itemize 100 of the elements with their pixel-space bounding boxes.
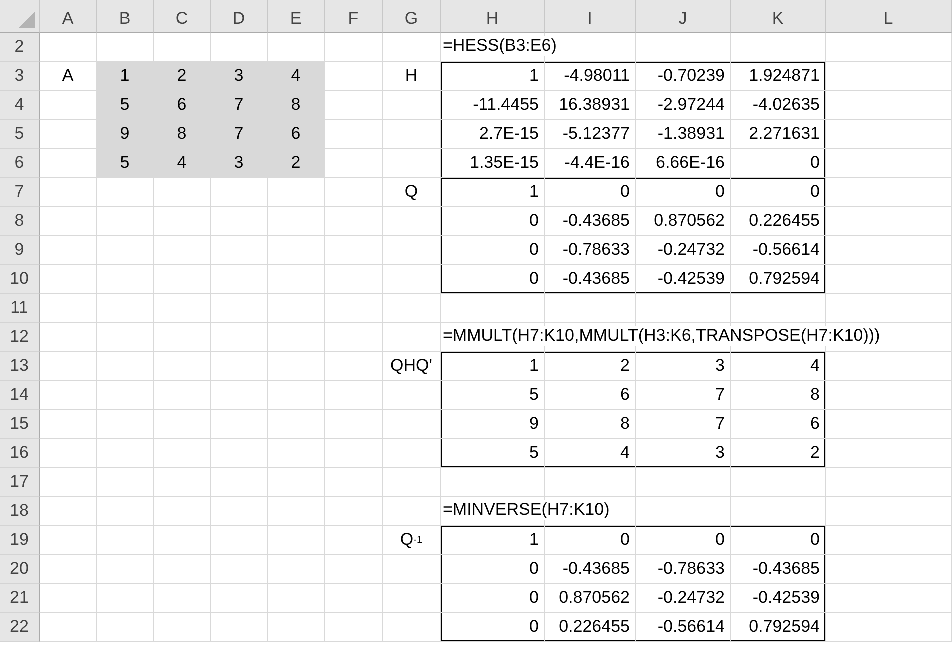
row-header[interactable]: 9 [0,236,40,265]
table-cell: 0 [731,149,826,178]
table-cell-text: 8 [620,413,631,435]
column-header[interactable]: J [636,0,731,33]
row-header[interactable]: 20 [0,555,40,584]
table-cell: 6 [731,410,826,439]
column-header[interactable]: L [826,0,952,33]
table-cell: 0 [441,265,545,294]
row-header[interactable]: 13 [0,352,40,381]
table-cell: -0.56614 [731,236,826,265]
table-cell: -0.42539 [636,265,731,294]
table-cell: 3 [636,439,731,468]
table-cell: 0 [731,178,826,207]
table-cell: 0.792594 [731,265,826,294]
row-header[interactable]: 5 [0,120,40,149]
table-cell-text: -0.24732 [656,239,726,261]
table-cell-text: A [61,65,75,87]
row-header[interactable]: 3 [0,62,40,91]
table-cell-text: QHQ' [390,355,434,377]
row-header[interactable]: 15 [0,410,40,439]
table-cell: 9 [441,410,545,439]
table-cell-text: -1.38931 [656,123,726,145]
table-cell: 7 [211,91,268,120]
row-header[interactable]: 14 [0,381,40,410]
column-header[interactable]: A [40,0,97,33]
table-cell: 0 [731,526,826,555]
table-cell: -0.43685 [731,555,826,584]
table-cell: 3 [211,149,268,178]
table-cell: 0 [545,526,636,555]
table-cell-text: Q [404,181,420,203]
column-header[interactable]: I [545,0,636,33]
table-cell: 1 [441,62,545,91]
table-cell: 8 [154,120,211,149]
table-cell: -0.56614 [636,613,731,642]
column-header[interactable]: G [383,0,441,33]
formula-text: =MINVERSE(H7:K10) [443,500,612,520]
table-cell: 2 [268,149,325,178]
row-header[interactable]: 4 [0,91,40,120]
table-cell: 1 [441,526,545,555]
table-cell-text: 16.38931 [558,94,631,116]
table-cell: 0 [545,178,636,207]
column-header[interactable]: F [325,0,383,33]
table-cell-text: -5.12377 [562,123,631,145]
table-cell: 0 [636,178,731,207]
table-cell: 2 [545,352,636,381]
table-cell: 4 [154,149,211,178]
table-cell-text: -4.4E-16 [564,152,631,174]
column-header[interactable]: E [268,0,325,33]
table-cell: -0.42539 [731,584,826,613]
table-cell: -0.70239 [636,62,731,91]
table-cell: 0 [441,236,545,265]
table-cell: 0.226455 [545,613,636,642]
table-cell: 4 [268,62,325,91]
table-cell: 6 [268,120,325,149]
table-cell: 1.35E-15 [441,149,545,178]
column-header[interactable]: H [441,0,545,33]
row-header[interactable]: 6 [0,149,40,178]
table-cell: 5 [441,381,545,410]
table-cell: 1.924871 [731,62,826,91]
row-header[interactable]: 22 [0,613,40,642]
row-header[interactable]: 2 [0,33,40,62]
table-cell: -4.02635 [731,91,826,120]
row-header[interactable]: 7 [0,178,40,207]
table-cell: 8 [731,381,826,410]
column-header[interactable]: C [154,0,211,33]
table-cell-text: -0.24732 [656,587,726,609]
table-cell-text: H [404,65,419,87]
table-cell: 8 [268,91,325,120]
table-cell: 2.271631 [731,120,826,149]
table-cell: 4 [545,439,636,468]
row-header[interactable]: 19 [0,526,40,555]
row-header[interactable]: 16 [0,439,40,468]
table-cell: 0 [441,584,545,613]
row-header[interactable]: 18 [0,497,40,526]
table-cell-text: 0.870562 [653,210,726,232]
table-cell: 4 [731,352,826,381]
table-cell: 0.792594 [731,613,826,642]
select-all-button[interactable] [0,0,40,33]
table-cell: 6 [154,91,211,120]
table-cell-text: 7 [714,413,726,435]
row-header[interactable]: 8 [0,207,40,236]
table-cell: 1 [441,352,545,381]
table-cell: 3 [636,352,731,381]
column-header[interactable]: K [731,0,826,33]
column-header[interactable]: D [211,0,268,33]
table-cell: -4.98011 [545,62,636,91]
table-cell-text: -0.78633 [562,239,631,261]
row-header[interactable]: 21 [0,584,40,613]
table-cell: 7 [211,120,268,149]
formula-text: =MMULT(H7:K10,MMULT(H3:K6,TRANSPOSE(H7:K10))) [443,326,882,346]
column-header[interactable]: B [97,0,154,33]
table-cell: 0 [636,526,731,555]
table-cell: 0 [441,207,545,236]
table-cell-text: 7 [714,384,726,406]
row-header[interactable]: 12 [0,323,40,352]
table-cell: 5 [97,91,154,120]
row-header[interactable]: 17 [0,468,40,497]
table-cell-text: 6.66E-16 [655,152,726,174]
row-header[interactable]: 10 [0,265,40,294]
row-header[interactable]: 11 [0,294,40,323]
